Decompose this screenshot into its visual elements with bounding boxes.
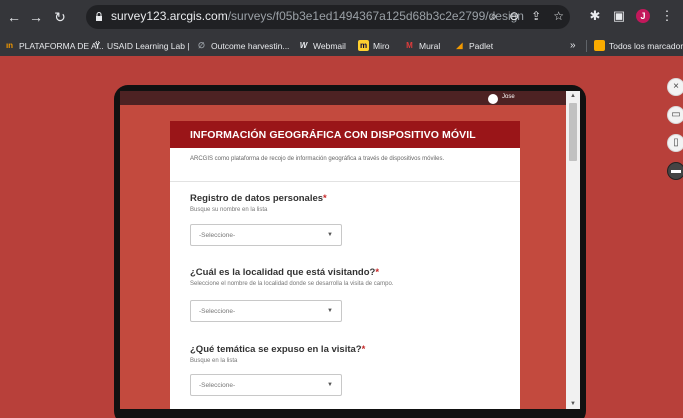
zoom-icon[interactable]: ⊖ xyxy=(509,9,519,24)
phone-icon[interactable]: ▯ xyxy=(667,134,683,152)
toolbar-icons: ✱ ▣ J ⋮ xyxy=(588,8,674,24)
bookmark-label: Padlet xyxy=(469,40,494,51)
survey-form: INFORMACIÓN GEOGRÁFICA CON DISPOSITIVO M… xyxy=(170,121,520,409)
device-screen: Jose INFORMACIÓN GEOGRÁFICA CON DISPOSIT… xyxy=(120,91,580,409)
back-icon[interactable]: ← xyxy=(6,9,22,25)
address-bar[interactable]: survey123.arcgis.com/surveys/f05b3e1ed14… xyxy=(86,5,570,29)
url-text: survey123.arcgis.com/surveys/f05b3e1ed14… xyxy=(111,9,524,23)
scroll-thumb[interactable] xyxy=(569,103,577,161)
desktop-icon[interactable]: ▭ xyxy=(667,106,683,124)
browser-chrome: ← → ↻ survey123.arcgis.com/surveys/f05b3… xyxy=(0,0,683,56)
bookmark-separator xyxy=(586,40,587,52)
search-icon[interactable]: ⌕ xyxy=(490,9,497,24)
form-title: INFORMACIÓN GEOGRÁFICA CON DISPOSITIVO M… xyxy=(190,129,476,141)
question-hint: Busque su nombre en la lista xyxy=(190,207,268,213)
bookmark-label: Webmail xyxy=(313,40,346,51)
question-text: Registro de datos personales xyxy=(190,193,324,204)
scroll-up-icon[interactable]: ▲ xyxy=(570,93,576,99)
bookmark-outcome[interactable]: ∅ Outcome harvestin... xyxy=(196,40,289,51)
bookmark-label: Outcome harvestin... xyxy=(211,40,290,51)
required-marker: * xyxy=(323,193,327,204)
url-path: /surveys/f05b3e1ed1494367a125d68b3c2e279… xyxy=(227,9,524,23)
caret-down-icon: ▼ xyxy=(327,232,333,238)
scrollbar[interactable]: ▲ ▼ xyxy=(566,91,580,409)
question-text: ¿Qué temática se expuso en la visita? xyxy=(190,344,362,355)
select-placeholder: -Seleccione- xyxy=(199,232,236,239)
select-placeholder: -Seleccione- xyxy=(199,308,236,315)
caret-down-icon: ▼ xyxy=(327,382,333,388)
folder-icon xyxy=(594,40,605,51)
scroll-down-icon[interactable]: ▼ xyxy=(570,401,576,407)
question-hint: Busque en la lista xyxy=(190,358,238,364)
bookmark-webmail[interactable]: W Webmail xyxy=(298,40,346,51)
bookmarks-overflow[interactable]: » xyxy=(570,40,576,51)
form-description: ARCGIS como plataforma de recojo de info… xyxy=(190,156,445,162)
required-marker: * xyxy=(361,344,366,355)
url-host: survey123.arcgis.com xyxy=(111,9,228,23)
bookmark-plataforma[interactable]: ın PLATAFORMA DE A... xyxy=(4,40,104,51)
reload-icon[interactable]: ↻ xyxy=(52,9,68,25)
sidepanel-icon[interactable]: ▣ xyxy=(612,8,626,24)
forward-icon[interactable]: → xyxy=(28,9,44,25)
form-header: INFORMACIÓN GEOGRÁFICA CON DISPOSITIVO M… xyxy=(170,121,520,148)
question-title: ¿Cuál es la localidad que está visitando… xyxy=(190,267,379,278)
close-icon[interactable]: × xyxy=(667,78,683,96)
required-marker: * xyxy=(375,267,380,278)
outcome-icon: ∅ xyxy=(198,41,205,50)
star-icon[interactable]: ☆ xyxy=(553,9,564,24)
question-title: Registro de datos personales* xyxy=(190,193,327,204)
divider xyxy=(170,181,520,182)
app-header: Jose xyxy=(120,91,566,105)
question-title: ¿Qué temática se expuso en la visita?* xyxy=(190,344,365,355)
bookmark-all[interactable]: Todos los marcadores xyxy=(594,40,683,51)
miro-icon: m xyxy=(358,40,369,51)
username[interactable]: Jose xyxy=(502,94,515,100)
bookmark-label: PLATAFORMA DE A... xyxy=(19,40,104,51)
question-hint: Seleccione el nombre de la localidad don… xyxy=(190,281,394,287)
tablet-icon[interactable]: ▬ xyxy=(667,162,683,180)
bookmark-label: Todos los marcadores xyxy=(609,40,683,51)
bookmarks-bar: ın PLATAFORMA DE A... Ÿ USAID Learning L… xyxy=(0,36,683,56)
bookmark-label: Mural xyxy=(419,40,441,51)
bookmark-padlet[interactable]: ◢ Padlet xyxy=(454,40,493,51)
bookmark-label: Miro xyxy=(373,40,390,51)
bookmark-usaid[interactable]: Ÿ USAID Learning Lab | xyxy=(92,40,190,51)
menu-icon[interactable]: ⋮ xyxy=(660,8,674,24)
select-locality[interactable]: -Seleccione- ▼ xyxy=(190,300,342,322)
profile-avatar[interactable]: J xyxy=(636,9,650,23)
caret-down-icon: ▼ xyxy=(327,308,333,314)
bookmark-label: USAID Learning Lab | xyxy=(107,40,190,51)
address-bar-row: ← → ↻ survey123.arcgis.com/surveys/f05b3… xyxy=(0,0,683,34)
webmail-icon: W xyxy=(299,41,308,50)
bookmark-mural[interactable]: M Mural xyxy=(404,40,440,51)
plataforma-icon: ın xyxy=(5,41,14,50)
select-personal-data[interactable]: -Seleccione- ▼ xyxy=(190,224,342,246)
usaid-icon: Ÿ xyxy=(94,41,101,50)
mural-icon: M xyxy=(406,41,413,50)
lock-icon xyxy=(96,12,102,21)
share-icon[interactable]: ⇪ xyxy=(531,9,541,24)
omnibox-actions: ⌕ ⊖ ⇪ ☆ xyxy=(490,9,564,24)
padlet-icon: ◢ xyxy=(456,41,463,50)
extensions-icon[interactable]: ✱ xyxy=(588,8,602,24)
user-avatar[interactable] xyxy=(488,94,498,104)
select-placeholder: -Seleccione- xyxy=(199,382,236,389)
question-text: ¿Cuál es la localidad que está visitando… xyxy=(190,267,376,278)
bookmark-miro[interactable]: m Miro xyxy=(358,40,390,51)
select-topic[interactable]: -Seleccione- ▼ xyxy=(190,374,342,396)
